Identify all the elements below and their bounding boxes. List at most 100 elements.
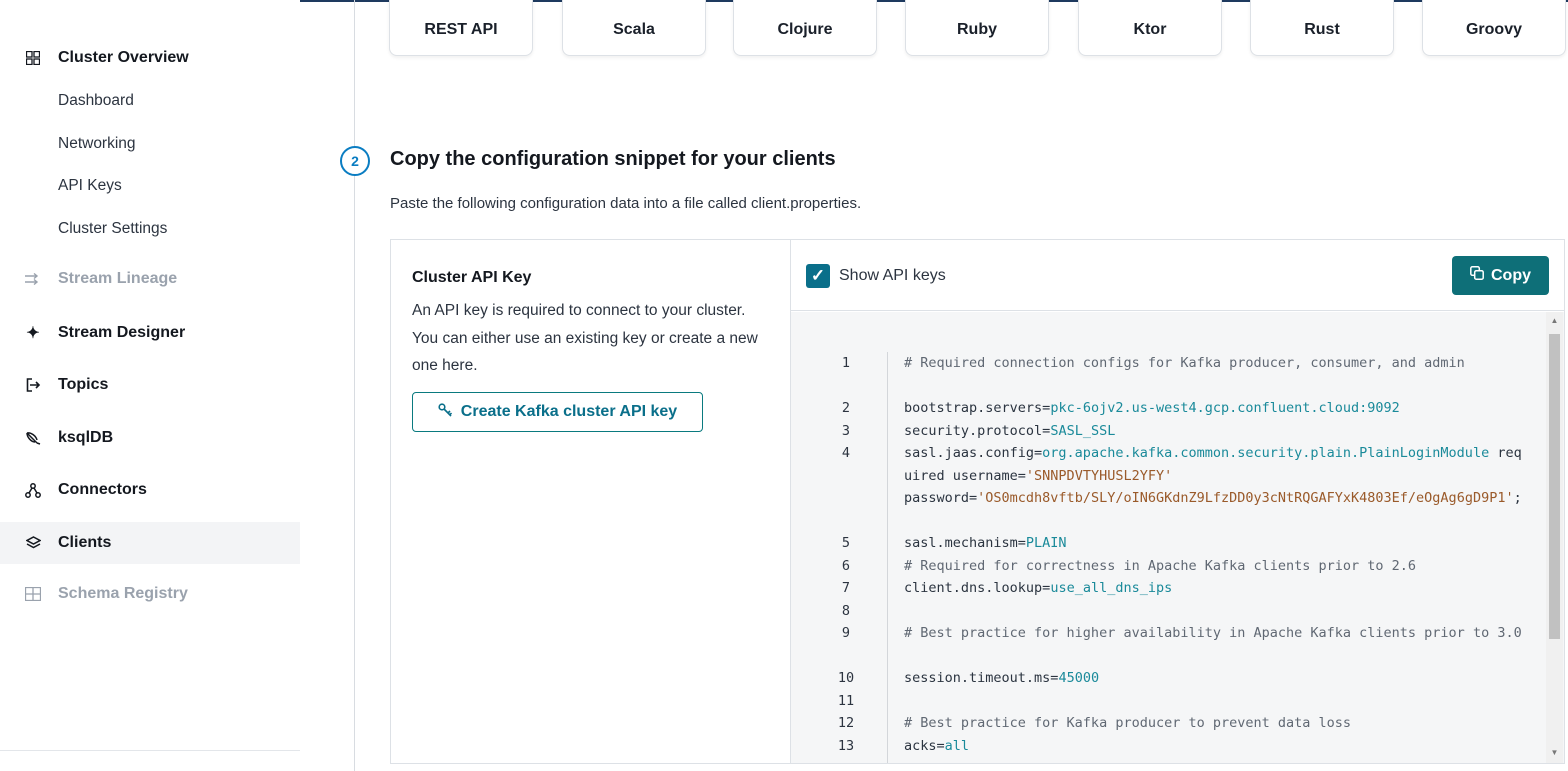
line-number: 2: [841, 400, 851, 416]
sidebar-item-cluster-settings[interactable]: Cluster Settings: [58, 220, 167, 238]
code-text: session.timeout.ms=45000: [904, 667, 1524, 690]
code-comment: # Best practice for higher availability …: [904, 625, 1522, 641]
code-text: sasl.mechanism=PLAIN: [904, 532, 1524, 555]
code-block[interactable]: 1 # Required connection configs for Kafka…: [791, 312, 1564, 763]
code-key: security.protocol=: [904, 422, 1051, 439]
api-key-description: An API key is required to connect to you…: [412, 302, 758, 374]
code-key: sasl.mechanism=: [904, 535, 1026, 551]
sidebar-item-api-keys[interactable]: API Keys: [58, 177, 122, 195]
code-comment: # Best practice for Kafka producer to pr…: [904, 715, 1352, 731]
config-header: ✓ Show API keys Copy: [791, 240, 1564, 311]
nav-stream-lineage-label: Stream Lineage: [58, 270, 178, 287]
nav-schema-registry-label: Schema Registry: [58, 585, 188, 602]
code-text: # Best practice for higher availability …: [904, 622, 1524, 645]
code-key: acks=: [904, 737, 945, 754]
api-key-title: Cluster API Key: [412, 269, 532, 286]
language-tile-ruby[interactable]: Ruby: [905, 0, 1049, 56]
copy-button[interactable]: Copy: [1452, 256, 1549, 295]
code-key: client.dns.lookup=: [904, 580, 1051, 596]
topics-icon: [24, 376, 42, 394]
grid-icon: [24, 49, 42, 67]
code-text: # Required for correctness in Apache Kaf…: [904, 555, 1524, 578]
nav-connectors[interactable]: Connectors: [0, 469, 300, 511]
line-number: 3: [841, 422, 851, 439]
code-punct: ;: [1513, 490, 1522, 506]
language-tile-groovy[interactable]: Groovy: [1422, 0, 1566, 56]
nav-connectors-label: Connectors: [58, 481, 147, 498]
nav-clients-label: Clients: [58, 534, 112, 551]
scroll-thumb[interactable]: [1549, 334, 1560, 639]
code-value: use_all_dns_ips: [1050, 580, 1173, 596]
create-api-key-label: Create Kafka cluster API key: [460, 403, 678, 420]
nav-cluster-overview[interactable]: Cluster Overview: [0, 37, 300, 79]
key-icon: [438, 402, 453, 422]
language-tile-ktor[interactable]: Ktor: [1078, 0, 1222, 56]
code-comment: # Required for correctness in Apache Kaf…: [904, 557, 1417, 574]
code-string: 'OS0mcdh8vftb/SLY/oIN6GKdnZ9LfzDD0y3cNtR…: [977, 490, 1514, 506]
code-value: all: [944, 737, 970, 754]
nav-schema-registry[interactable]: Schema Registry: [0, 573, 300, 615]
stream-designer-icon: ✦: [26, 325, 40, 342]
line-number: 12: [837, 715, 855, 731]
step-description: Paste the following configuration data i…: [390, 195, 862, 212]
code-key: bootstrap.servers=: [904, 400, 1051, 416]
nav-topics-label: Topics: [58, 376, 109, 393]
show-api-keys-checkbox[interactable]: ✓: [806, 264, 830, 288]
code-value: pkc-6ojv2.us-west4.gcp.confluent.cloud:9…: [1050, 400, 1400, 416]
code-value: PLAIN: [1025, 535, 1067, 551]
scroll-down-arrow-icon[interactable]: ▼: [1549, 748, 1560, 758]
code-string: 'SNNPDVTYHUSL2YFY': [1025, 467, 1173, 484]
line-number: 13: [837, 737, 855, 754]
sidebar-item-networking[interactable]: Networking: [58, 135, 136, 153]
connectors-icon: [24, 481, 42, 499]
nav-clients[interactable]: Clients: [0, 522, 300, 564]
code-comment: # Required connection configs for Kafka …: [904, 355, 1465, 371]
line-number: 6: [841, 557, 851, 574]
nav-stream-lineage[interactable]: Stream Lineage: [0, 258, 300, 300]
show-api-keys-label: Show API keys: [839, 267, 946, 284]
sidebar: Cluster Overview Dashboard Networking AP…: [0, 0, 300, 771]
nav-topics[interactable]: Topics: [0, 364, 300, 406]
sidebar-item-dashboard[interactable]: Dashboard: [58, 92, 134, 110]
nav-ksqldb[interactable]: ksqlDB: [0, 417, 300, 459]
code-key: sasl.jaas.config=: [904, 445, 1043, 461]
code-key: password=: [904, 490, 978, 506]
code-text: # Required connection configs for Kafka …: [904, 352, 1524, 375]
copy-button-label: Copy: [1491, 266, 1531, 284]
code-text: acks=all: [904, 735, 1524, 758]
code-scrollbar[interactable]: ▲ ▼: [1546, 312, 1563, 763]
nav-stream-designer[interactable]: ✦ Stream Designer: [0, 312, 300, 354]
line-number: 11: [837, 692, 855, 709]
language-tile-clojure[interactable]: Clojure: [733, 0, 877, 56]
line-number: 1: [841, 355, 851, 371]
ksqldb-icon: [24, 429, 42, 447]
language-tile-scala[interactable]: Scala: [562, 0, 706, 56]
line-number: 8: [841, 602, 851, 619]
schema-registry-icon: [24, 585, 42, 603]
checkmark-icon: ✓: [810, 266, 826, 285]
step-connector-line: [354, 0, 355, 771]
nav-stream-designer-label: Stream Designer: [58, 324, 186, 341]
code-text: client.dns.lookup=use_all_dns_ips: [904, 577, 1524, 600]
code-text: bootstrap.servers=pkc-6ojv2.us-west4.gcp…: [904, 397, 1524, 420]
stream-lineage-icon: [24, 270, 42, 288]
clients-icon: [24, 534, 42, 552]
language-tile-rest-api[interactable]: REST API: [389, 0, 533, 56]
code-text: # Best practice for Kafka producer to pr…: [904, 712, 1524, 735]
line-number: 5: [841, 535, 851, 551]
language-tile-rust[interactable]: Rust: [1250, 0, 1394, 56]
line-number: 4: [841, 445, 851, 461]
code-text: security.protocol=SASL_SSL: [904, 420, 1524, 443]
step-number-badge: 2: [340, 146, 370, 176]
code-value: SASL_SSL: [1050, 422, 1116, 439]
scroll-up-arrow-icon[interactable]: ▲: [1549, 316, 1560, 326]
code-value: 45000: [1058, 670, 1100, 686]
config-snippet-section: ✓ Show API keys Copy 1 # Required connect…: [791, 240, 1564, 763]
code-text: sasl.jaas.config=org.apache.kafka.common…: [904, 442, 1524, 510]
line-number: 9: [841, 625, 851, 641]
nav-cluster-overview-label: Cluster Overview: [58, 49, 189, 66]
create-api-key-button[interactable]: Create Kafka cluster API key: [412, 392, 703, 432]
api-key-section: Cluster API Key An API key is required t…: [391, 240, 791, 763]
code-value: org.apache.kafka.common.security.plain.P…: [1042, 445, 1490, 461]
code-key: session.timeout.ms=: [904, 670, 1059, 686]
